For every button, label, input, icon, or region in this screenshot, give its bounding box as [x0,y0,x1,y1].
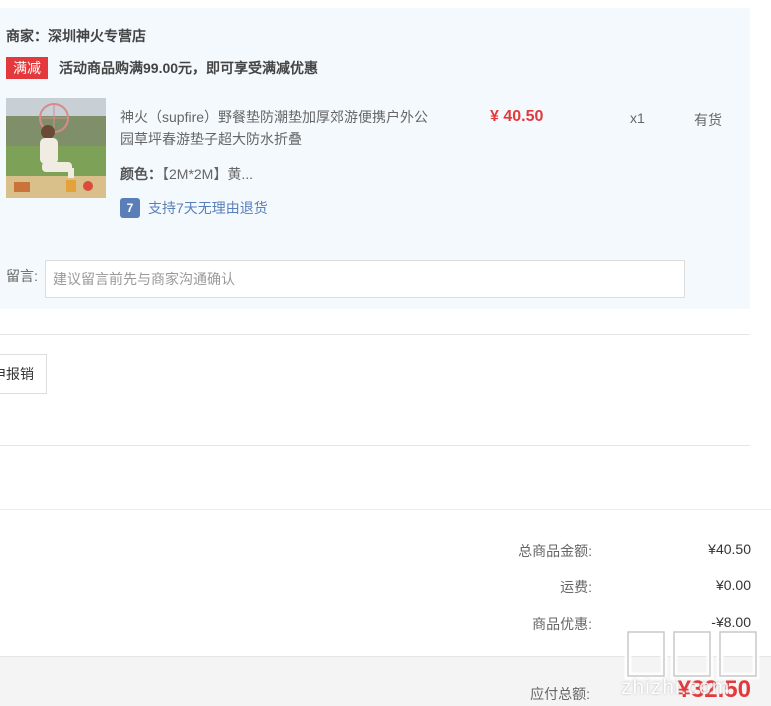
discount-value: -¥8.00 [711,614,751,630]
promo-text: 活动商品购满99.00元，即可享受满减优惠 [59,60,319,76]
promo-tag: 满减 [6,57,48,79]
seven-day-return-icon: 7 [120,198,140,218]
goods-total-label: 总商品金额: [518,543,592,559]
product-spec: 颜色：【2M*2M】黄... [120,164,253,184]
product-photo-picnic-mat-icon [6,98,106,198]
goods-total-row: 总商品金额: ¥40.50 [0,541,771,561]
shipping-label: 运费: [560,579,592,595]
shop-name[interactable]: 商家：深圳神火专营店 [6,26,146,46]
promo-row: 满减 活动商品购满99.00元，即可享受满减优惠 [6,57,318,79]
invoice-button[interactable]: 申报销 [0,354,47,394]
stock-status: 有货 [694,112,722,128]
product-title[interactable]: 神火（supfire）野餐垫防潮垫加厚郊游便携户外公园草坪春游垫子超大防水折叠 [120,106,430,150]
payable-value: ¥32.50 [677,676,751,703]
divider [0,509,771,510]
product-price: ¥ 40.50 [490,108,544,125]
product-quantity: x1 [630,110,645,126]
divider [0,334,750,335]
goods-total-value: ¥40.50 [708,541,751,557]
remark-label: 留言: [6,268,38,284]
shipping-value: ¥0.00 [715,577,751,593]
product-image[interactable] [6,98,106,198]
return-policy-text: 支持7天无理由退货 [148,200,268,216]
discount-label: 商品优惠: [532,616,592,632]
shipping-row: 运费: ¥0.00 [0,577,771,597]
remark-input[interactable] [45,260,685,298]
divider [0,445,750,446]
payable-total-bar: 应付总额: ¥32.50 [0,656,771,706]
payable-label: 应付总额: [530,686,590,702]
shop-order-panel: 商家：深圳神火专营店 满减 活动商品购满99.00元，即可享受满减优惠 神火（s… [0,8,750,309]
spec-value: 【2M*2M】黄... [162,166,254,182]
spec-label: 颜色： [120,166,162,182]
return-policy[interactable]: 7 支持7天无理由退货 [120,198,268,218]
discount-row: 商品优惠: -¥8.00 [0,614,771,634]
